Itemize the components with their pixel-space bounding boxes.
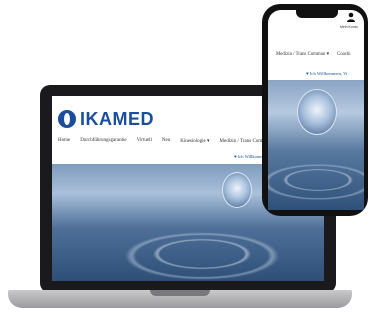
nav-item-home[interactable]: Home <box>58 138 70 144</box>
heart-icon: ♥ <box>306 71 309 76</box>
phone-notch <box>296 10 338 18</box>
phone-welcome-label: Ich Willkommen, Vi <box>309 71 348 76</box>
logo-icon <box>58 110 76 128</box>
main-nav: Home Durchführungsgarantie Virtuell Neu … <box>58 138 275 144</box>
phone-nav-item-coaching[interactable]: Coachi <box>337 52 351 57</box>
phone-nav: Medizin / Trans Commun ▾ Coachi <box>276 52 351 57</box>
nav-item-virtuell[interactable]: Virtuell <box>137 138 152 144</box>
orb-logo-image <box>222 172 252 208</box>
laptop-hinge-notch <box>150 290 210 296</box>
user-name[interactable]: Mein Konto <box>340 25 358 29</box>
phone-nav-item-medizin[interactable]: Medizin / Trans Commun ▾ <box>276 52 329 57</box>
user-icon[interactable] <box>346 12 356 22</box>
logo-text: IKAMED <box>80 108 154 129</box>
heart-icon: ♥ <box>234 154 237 159</box>
phone-orb-logo-image <box>297 89 337 135</box>
logo[interactable]: IKAMED <box>58 106 154 132</box>
nav-item-neu[interactable]: Neu <box>162 138 170 144</box>
nav-item-kinesiologie[interactable]: Kinesiologie ▾ <box>180 138 209 144</box>
phone-welcome-text: ♥ Ich Willkommen, Vi <box>306 71 347 76</box>
nav-item-durchfuehrungsgarantie[interactable]: Durchführungsgarantie <box>80 138 126 144</box>
